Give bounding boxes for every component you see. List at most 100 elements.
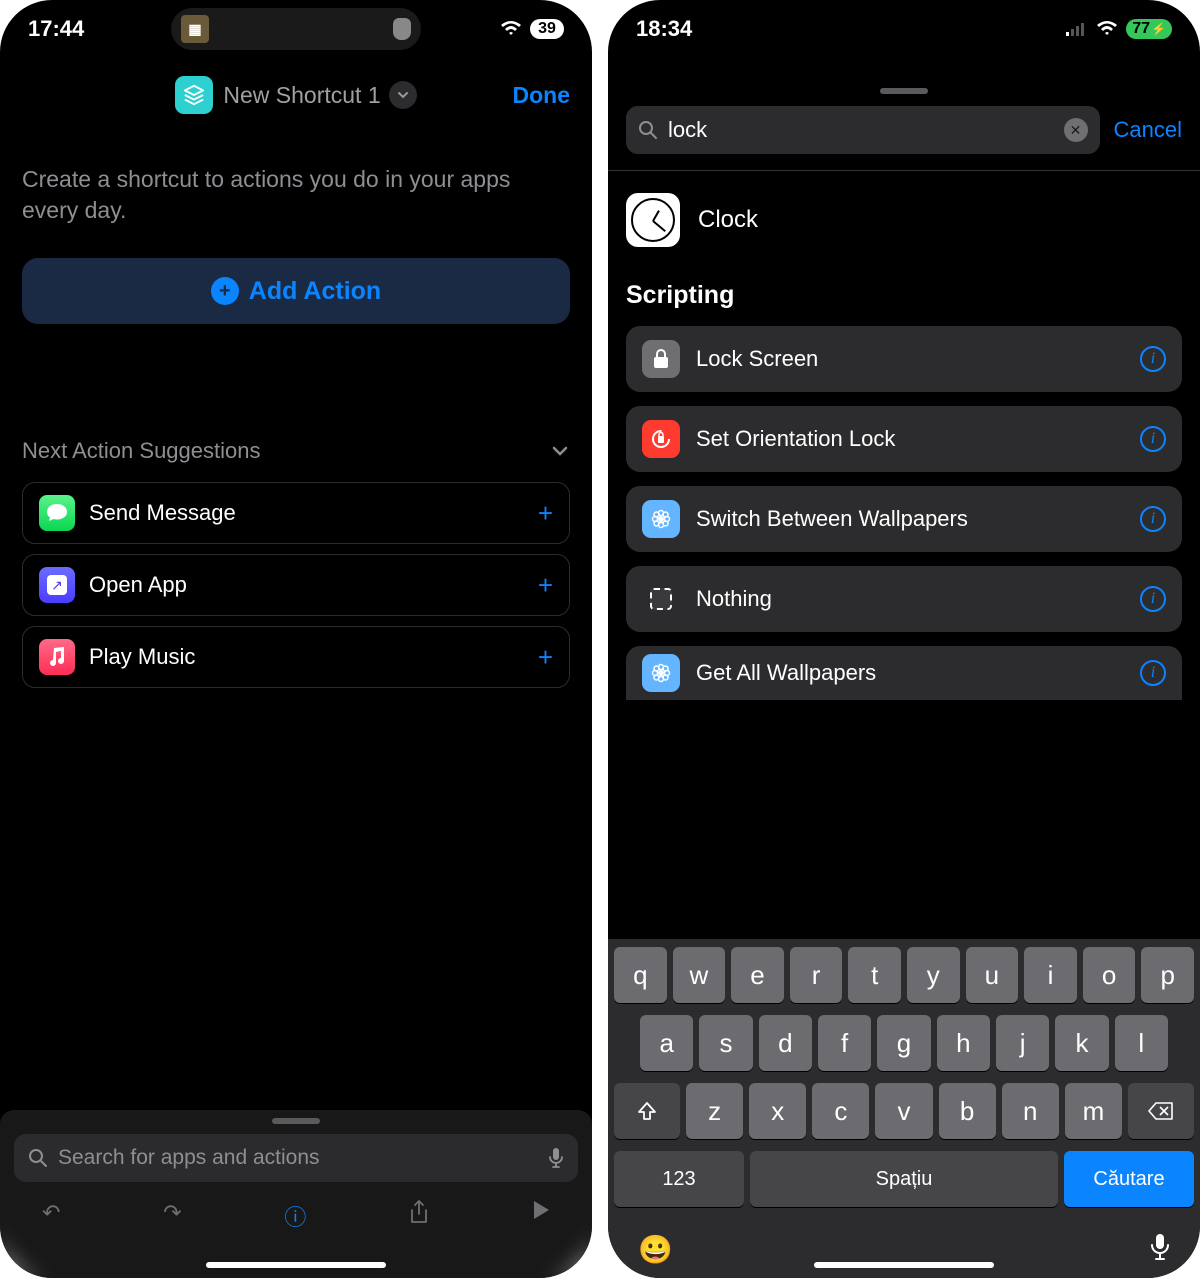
status-bar: 18:34 77⚡ <box>608 0 1200 58</box>
suggestion-send-message[interactable]: Send Message + <box>22 482 570 544</box>
share-button[interactable] <box>409 1200 429 1232</box>
key-s[interactable]: s <box>699 1015 752 1071</box>
search-placeholder: Search for apps and actions <box>58 1146 538 1170</box>
suggestions-header[interactable]: Next Action Suggestions <box>22 436 570 466</box>
key-e[interactable]: e <box>731 947 784 1003</box>
key-p[interactable]: p <box>1141 947 1194 1003</box>
search-icon <box>28 1148 48 1168</box>
key-g[interactable]: g <box>877 1015 930 1071</box>
music-app-icon <box>39 639 75 675</box>
home-indicator[interactable] <box>814 1262 994 1268</box>
add-icon[interactable]: + <box>538 642 553 673</box>
search-results: Clock Scripting Lock Screen i Set Orient… <box>608 171 1200 939</box>
screen-left: 17:44 ▦ 39 New Shortcut 1 Done Create a … <box>0 0 592 1278</box>
action-label: Set Orientation Lock <box>696 426 1124 452</box>
clear-search-button[interactable]: ✕ <box>1064 118 1088 142</box>
add-icon[interactable]: + <box>538 570 553 601</box>
key-o[interactable]: o <box>1083 947 1136 1003</box>
info-icon[interactable]: i <box>1140 586 1166 612</box>
add-action-button[interactable]: + Add Action <box>22 258 570 324</box>
wifi-icon <box>500 21 522 37</box>
title-menu-button[interactable] <box>389 81 417 109</box>
key-l[interactable]: l <box>1115 1015 1168 1071</box>
app-result-label: Clock <box>698 206 758 234</box>
key-row-1: q w e r t y u i o p <box>614 947 1194 1003</box>
intro-text: Create a shortcut to actions you do in y… <box>22 164 570 226</box>
key-a[interactable]: a <box>640 1015 693 1071</box>
info-icon[interactable]: i <box>1140 426 1166 452</box>
add-action-label: Add Action <box>249 277 381 306</box>
key-b[interactable]: b <box>939 1083 996 1139</box>
key-h[interactable]: h <box>937 1015 990 1071</box>
done-button[interactable]: Done <box>513 82 571 109</box>
key-y[interactable]: y <box>907 947 960 1003</box>
wifi-icon <box>1096 21 1118 37</box>
keyboard: q w e r t y u i o p a s d f g h j k l z <box>608 939 1200 1278</box>
key-q[interactable]: q <box>614 947 667 1003</box>
app-result-clock[interactable]: Clock <box>626 193 1182 247</box>
key-space[interactable]: Spațiu <box>750 1151 1058 1207</box>
wallpaper-icon <box>642 654 680 692</box>
action-label: Switch Between Wallpapers <box>696 506 1124 532</box>
key-j[interactable]: j <box>996 1015 1049 1071</box>
home-indicator[interactable] <box>206 1262 386 1268</box>
emoji-button[interactable]: 😀 <box>638 1233 673 1266</box>
shortcut-title[interactable]: New Shortcut 1 <box>223 82 380 109</box>
action-lock-screen[interactable]: Lock Screen i <box>626 326 1182 392</box>
play-button[interactable] <box>532 1200 550 1232</box>
key-n[interactable]: n <box>1002 1083 1059 1139</box>
info-icon[interactable]: i <box>1140 660 1166 686</box>
key-v[interactable]: v <box>875 1083 932 1139</box>
suggestion-open-app[interactable]: ↗ Open App + <box>22 554 570 616</box>
redo-button[interactable]: ↷ <box>163 1200 181 1232</box>
suggestion-play-music[interactable]: Play Music + <box>22 626 570 688</box>
lock-icon <box>642 340 680 378</box>
clock-app-icon <box>626 193 680 247</box>
action-switch-wallpapers[interactable]: Switch Between Wallpapers i <box>626 486 1182 552</box>
section-title: Scripting <box>626 281 1182 310</box>
nothing-icon <box>642 580 680 618</box>
info-icon[interactable]: i <box>1140 506 1166 532</box>
chevron-down-icon <box>550 441 570 461</box>
dictation-button[interactable] <box>1150 1233 1170 1266</box>
search-input[interactable] <box>668 117 1054 143</box>
key-w[interactable]: w <box>673 947 726 1003</box>
key-k[interactable]: k <box>1055 1015 1108 1071</box>
key-z[interactable]: z <box>686 1083 743 1139</box>
mic-icon[interactable] <box>548 1147 564 1169</box>
bottom-sheet[interactable]: Search for apps and actions ↶ ↷ ⓘ <box>0 1110 592 1278</box>
key-search[interactable]: Căutare <box>1064 1151 1194 1207</box>
key-f[interactable]: f <box>818 1015 871 1071</box>
dynamic-island[interactable]: ▦ <box>171 8 421 50</box>
key-i[interactable]: i <box>1024 947 1077 1003</box>
shortcut-app-icon[interactable] <box>175 76 213 114</box>
keyboard-bottom: 😀 <box>614 1219 1194 1266</box>
key-u[interactable]: u <box>966 947 1019 1003</box>
add-icon[interactable]: + <box>538 498 553 529</box>
suggestion-label: Open App <box>89 572 524 598</box>
key-t[interactable]: t <box>848 947 901 1003</box>
search-bar[interactable]: Search for apps and actions <box>14 1134 578 1182</box>
cancel-button[interactable]: Cancel <box>1114 117 1182 143</box>
key-c[interactable]: c <box>812 1083 869 1139</box>
key-row-3: z x c v b n m <box>614 1083 1194 1139</box>
action-nothing[interactable]: Nothing i <box>626 566 1182 632</box>
key-m[interactable]: m <box>1065 1083 1122 1139</box>
search-bar[interactable]: ✕ <box>626 106 1100 154</box>
suggestions-title: Next Action Suggestions <box>22 438 260 464</box>
key-x[interactable]: x <box>749 1083 806 1139</box>
shortcut-header: New Shortcut 1 Done <box>0 58 592 132</box>
key-r[interactable]: r <box>790 947 843 1003</box>
info-button[interactable]: ⓘ <box>284 1200 306 1232</box>
action-get-all-wallpapers[interactable]: Get All Wallpapers i <box>626 646 1182 700</box>
action-set-orientation-lock[interactable]: Set Orientation Lock i <box>626 406 1182 472</box>
search-icon <box>638 120 658 140</box>
info-icon[interactable]: i <box>1140 346 1166 372</box>
undo-button[interactable]: ↶ <box>42 1200 60 1232</box>
key-numbers[interactable]: 123 <box>614 1151 744 1207</box>
sheet-grabber[interactable] <box>272 1118 320 1124</box>
key-delete[interactable] <box>1128 1083 1194 1139</box>
key-shift[interactable] <box>614 1083 680 1139</box>
sheet-grabber[interactable] <box>880 88 928 94</box>
key-d[interactable]: d <box>759 1015 812 1071</box>
